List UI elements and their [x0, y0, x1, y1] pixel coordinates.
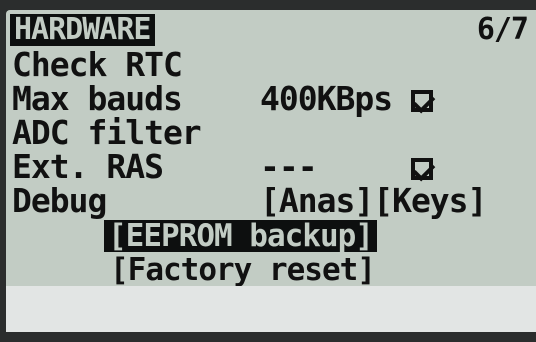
lcd-screen: HARDWARE 6/7 Check RTC Max bauds 400KBps… [6, 10, 536, 332]
page-indicator: 6/7 [476, 12, 529, 47]
setting-label: Max bauds [12, 79, 183, 118]
setting-row-adc-filter[interactable]: ADC filter [12, 116, 433, 180]
setting-row-debug[interactable]: Debug [Anas][Keys] [12, 181, 487, 220]
setting-label: Check RTC [12, 45, 183, 84]
checked-checkbox-icon [410, 90, 433, 112]
max-bauds-value[interactable]: 400KBps [260, 82, 393, 116]
debug-value[interactable]: [Anas][Keys] [260, 184, 487, 218]
device-bezel: HARDWARE 6/7 Check RTC Max bauds 400KBps… [0, 0, 536, 342]
eeprom-backup-button[interactable]: [EEPROM backup] [104, 220, 377, 252]
setting-label: Ext. RAS [12, 147, 164, 186]
ext-ras-value[interactable]: --- [260, 150, 318, 184]
page-title: HARDWARE [10, 14, 155, 46]
setting-label: Debug [12, 181, 107, 220]
setting-row-check-rtc[interactable]: Check RTC [12, 48, 433, 112]
factory-reset-button[interactable]: [Factory reset] [110, 254, 375, 286]
setting-label: ADC filter [12, 113, 202, 152]
lcd-lower-area [6, 286, 536, 332]
setting-row-ext-ras[interactable]: Ext. RAS --- [12, 150, 318, 184]
checked-checkbox-icon [410, 158, 433, 180]
setting-row-max-bauds[interactable]: Max bauds 400KBps [12, 82, 393, 116]
